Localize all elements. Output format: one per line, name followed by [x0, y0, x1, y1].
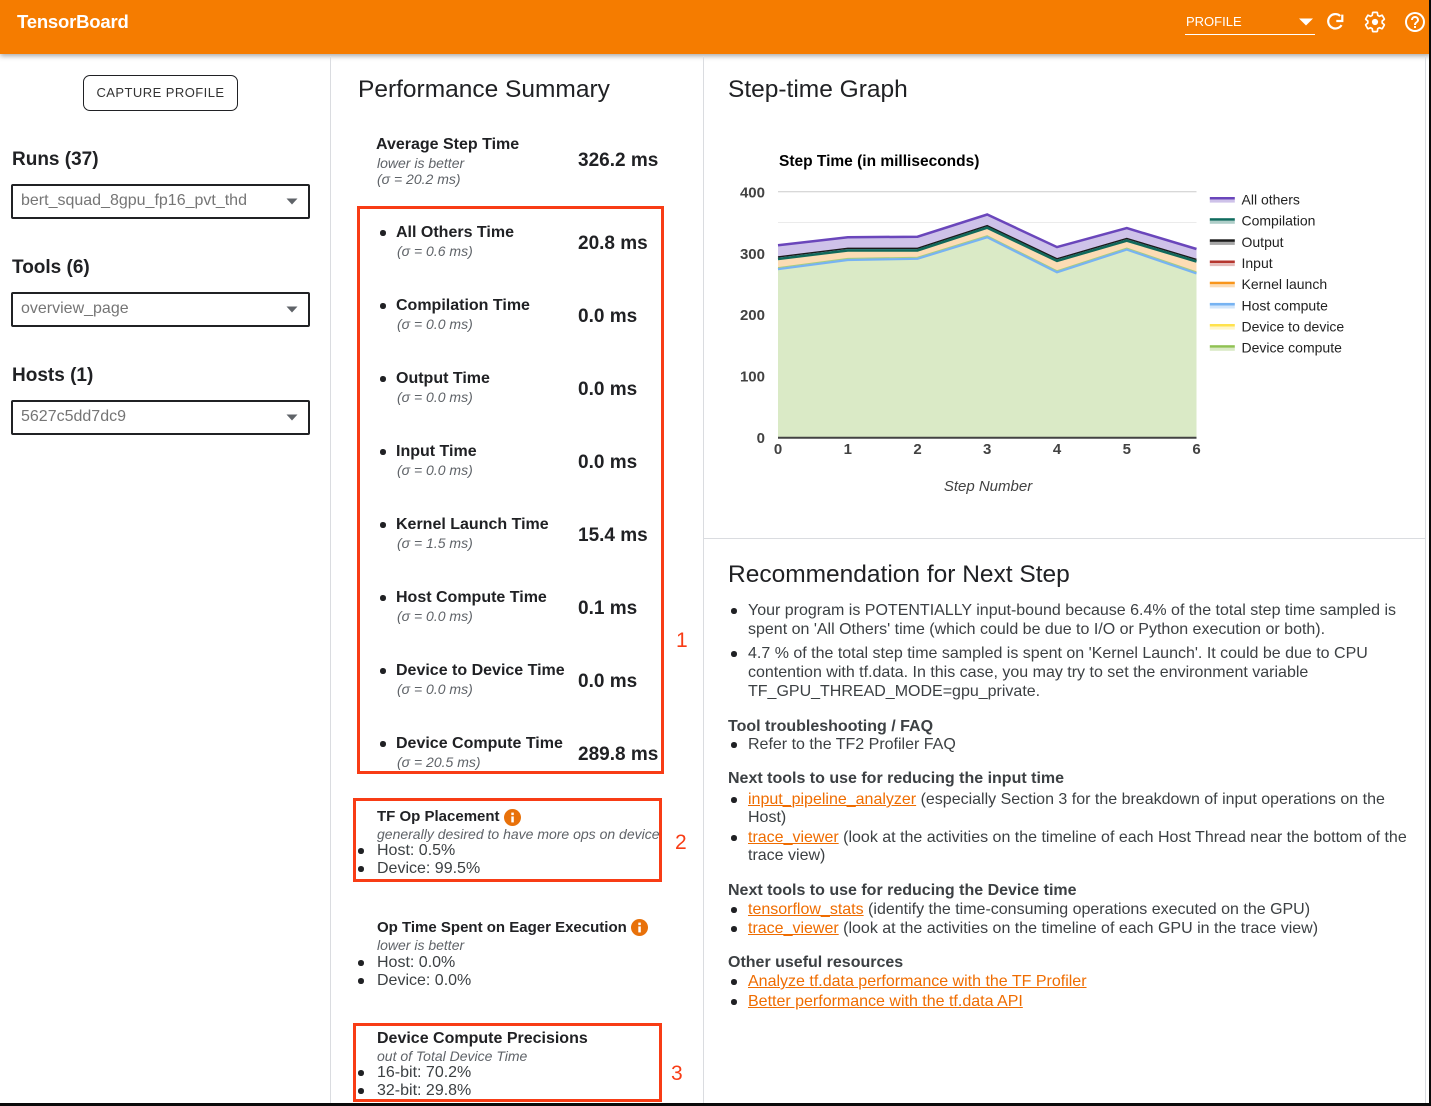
svg-text:400: 400: [740, 184, 765, 201]
svg-text:Device to device: Device to device: [1242, 319, 1345, 335]
svg-text:3: 3: [983, 441, 991, 458]
svg-text:100: 100: [740, 369, 765, 386]
svg-text:1: 1: [844, 441, 852, 458]
svg-text:All others: All others: [1242, 192, 1300, 208]
svg-text:Step Number: Step Number: [944, 478, 1033, 495]
svg-text:0: 0: [757, 430, 765, 447]
svg-text:300: 300: [740, 246, 765, 263]
svg-text:2: 2: [913, 441, 921, 458]
svg-text:5: 5: [1123, 441, 1131, 458]
svg-text:4: 4: [1053, 441, 1062, 458]
svg-text:Host compute: Host compute: [1242, 297, 1329, 313]
svg-text:200: 200: [740, 307, 765, 324]
svg-text:Device compute: Device compute: [1242, 340, 1343, 356]
svg-text:Step Time (in milliseconds): Step Time (in milliseconds): [779, 153, 979, 170]
svg-text:Compilation: Compilation: [1242, 213, 1316, 229]
svg-text:Input: Input: [1242, 255, 1273, 271]
svg-text:Kernel launch: Kernel launch: [1242, 276, 1328, 292]
svg-text:Output: Output: [1242, 234, 1284, 250]
svg-text:0: 0: [774, 441, 782, 458]
svg-text:6: 6: [1192, 441, 1200, 458]
